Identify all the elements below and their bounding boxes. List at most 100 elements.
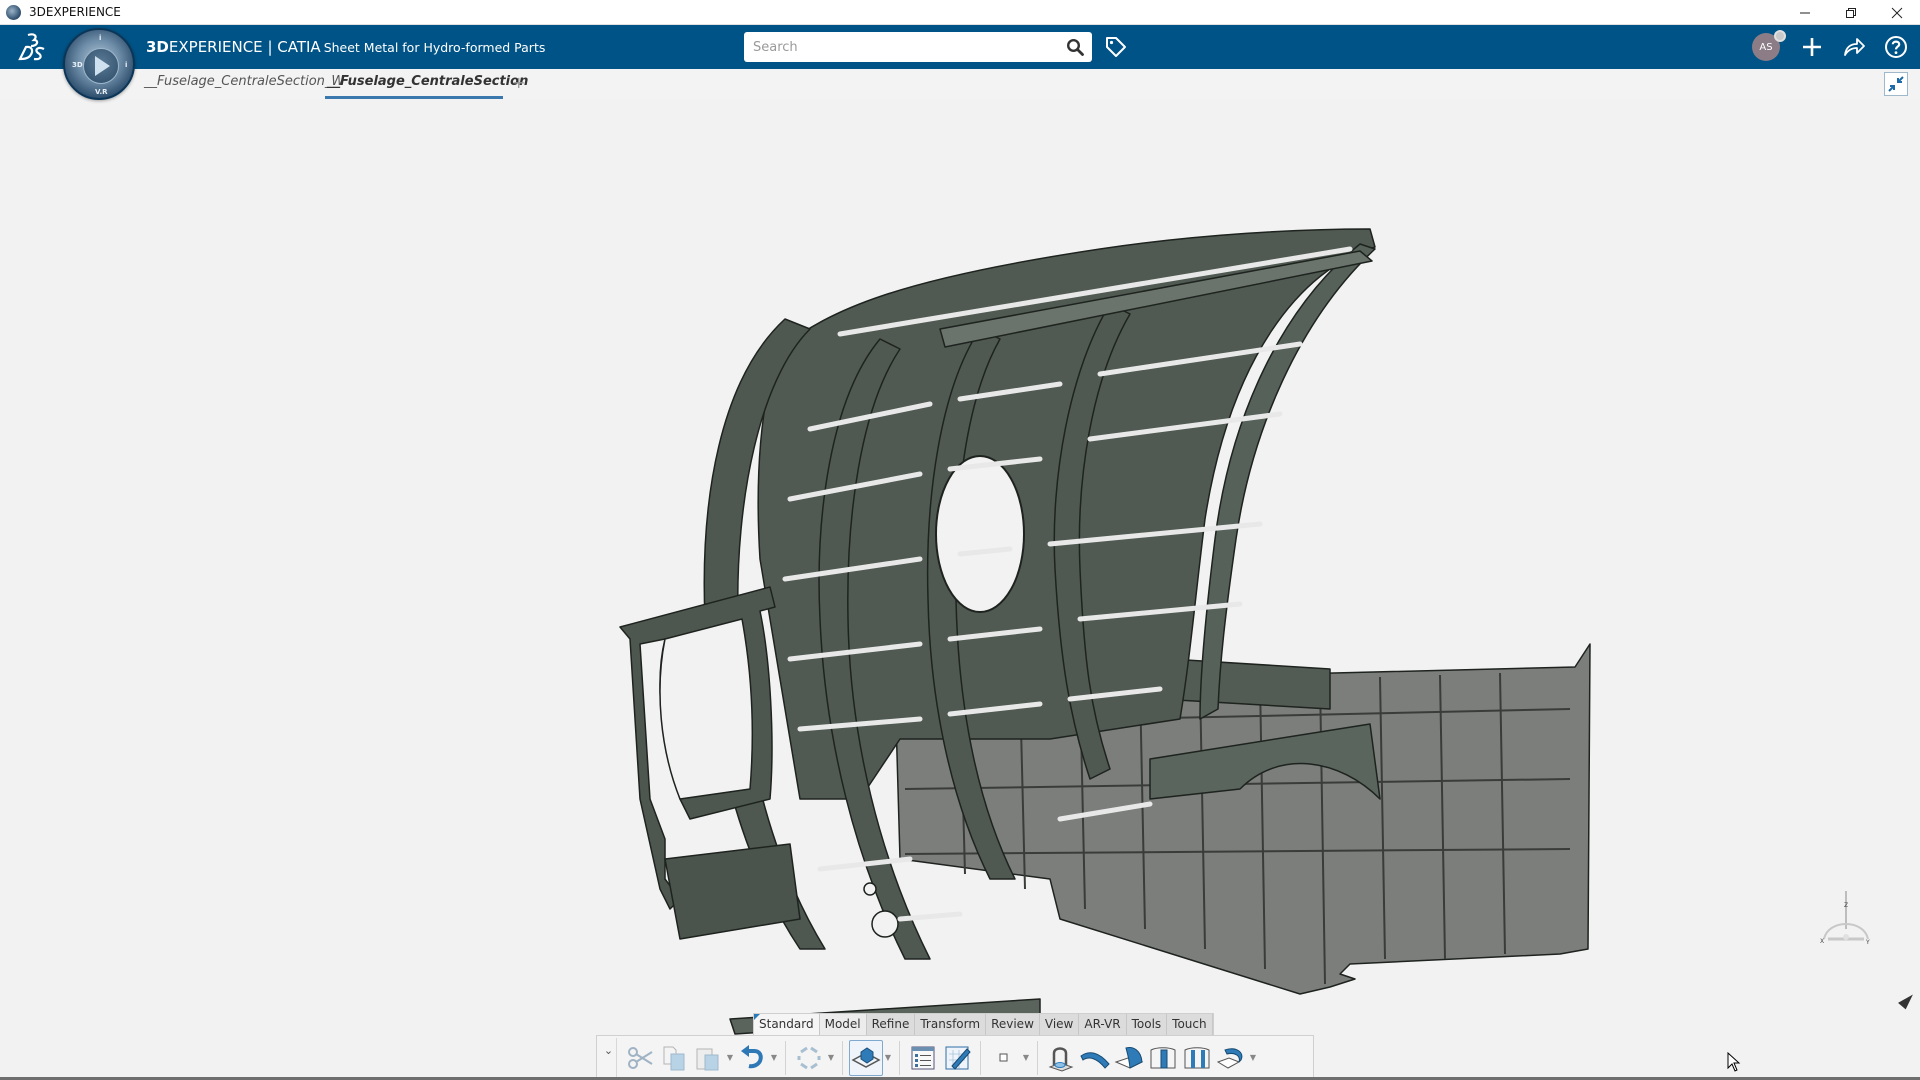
compass-label-3d: 3D bbox=[72, 61, 83, 69]
ds-logo-icon bbox=[18, 33, 45, 61]
paste-icon bbox=[696, 1048, 719, 1070]
copy-button[interactable] bbox=[657, 1040, 691, 1076]
app-title: 3DEXPERIENCE | CATIA Sheet Metal for Hydr… bbox=[146, 38, 545, 56]
undo-dropdown[interactable]: ▼ bbox=[769, 1040, 779, 1076]
joggle-icon bbox=[1184, 1046, 1210, 1068]
search-input[interactable] bbox=[744, 32, 1044, 62]
orientation-triad[interactable]: X Y Z bbox=[1818, 889, 1874, 953]
bend-flange-dropdown[interactable]: ▼ bbox=[1248, 1040, 1258, 1076]
separator bbox=[899, 1040, 900, 1075]
tab-fuselage-centralesection[interactable]: __Fuselage_CentraleSection bbox=[327, 74, 528, 89]
document-tab-row: __Fuselage_CentraleSection_W __Fuselage_… bbox=[0, 69, 1920, 99]
user-avatar[interactable]: AS bbox=[1752, 30, 1786, 61]
3d-model-button[interactable] bbox=[849, 1039, 883, 1076]
axis-x-label: X bbox=[1820, 938, 1824, 945]
tab-standard[interactable]: Standard bbox=[754, 1014, 820, 1035]
hydro-formed-surface-icon bbox=[1080, 1051, 1110, 1069]
search-field[interactable] bbox=[744, 32, 1092, 62]
door-opening bbox=[659, 618, 754, 800]
tag-icon[interactable] bbox=[1104, 35, 1128, 59]
tab-corner-marker bbox=[754, 1014, 760, 1020]
sheet-metal-parameters-icon bbox=[1048, 1046, 1074, 1072]
close-icon bbox=[1891, 7, 1903, 18]
add-tab-button[interactable]: + bbox=[512, 73, 525, 92]
bend-flange-icon bbox=[1216, 1047, 1243, 1069]
cut-icon bbox=[628, 1046, 653, 1069]
tab-review[interactable]: Review bbox=[986, 1014, 1040, 1035]
sketch-button[interactable] bbox=[940, 1040, 974, 1076]
minimize-icon bbox=[1800, 12, 1810, 13]
share-icon bbox=[1844, 38, 1865, 56]
copy-icon bbox=[663, 1046, 685, 1070]
lightening-hole bbox=[871, 910, 899, 938]
window-cutout bbox=[935, 455, 1025, 613]
axis-z-label: Z bbox=[1844, 902, 1848, 909]
lightening-hole-small bbox=[863, 882, 877, 896]
window-title: 3DEXPERIENCE bbox=[29, 5, 121, 19]
help-icon bbox=[1885, 36, 1907, 58]
close-button[interactable] bbox=[1874, 0, 1920, 25]
tab-refine[interactable]: Refine bbox=[866, 1014, 916, 1035]
restore-view-button[interactable] bbox=[1884, 72, 1908, 96]
app-subtitle: Sheet Metal for Hydro-formed Parts bbox=[323, 40, 546, 55]
restore-button[interactable] bbox=[1828, 0, 1874, 25]
point-icon bbox=[999, 1053, 1008, 1061]
tab-fuselage-centralesection-w[interactable]: __Fuselage_CentraleSection_W bbox=[144, 74, 344, 89]
user-initials: AS bbox=[1759, 41, 1773, 53]
help-button[interactable] bbox=[1882, 33, 1910, 61]
tab-touch[interactable]: Touch bbox=[1167, 1014, 1213, 1035]
hydro-formed-surface-button[interactable] bbox=[1078, 1040, 1112, 1076]
compass-label-vr: V.R bbox=[95, 88, 108, 96]
3d-model-dropdown[interactable]: ▼ bbox=[883, 1040, 893, 1076]
bend-flange-button[interactable] bbox=[1214, 1040, 1248, 1076]
3d-viewport[interactable]: X Y Z bbox=[0, 99, 1920, 1080]
web-button[interactable] bbox=[1112, 1040, 1146, 1076]
joggle-button[interactable] bbox=[1180, 1040, 1214, 1076]
tree-button[interactable] bbox=[906, 1040, 940, 1076]
window-titlebar: 3DEXPERIENCE bbox=[0, 0, 1920, 25]
app-icon bbox=[6, 4, 21, 20]
hydro-flange-button[interactable] bbox=[1146, 1040, 1180, 1076]
compass-widget[interactable]: 3D V.R i i bbox=[63, 28, 135, 100]
tab-ar-vr[interactable]: AR-VR bbox=[1079, 1014, 1127, 1035]
paste-button[interactable] bbox=[691, 1040, 725, 1076]
play-icon bbox=[95, 56, 110, 76]
cut-button[interactable] bbox=[623, 1040, 657, 1076]
action-bar: ⌄ ▼ ▼ ▼ ▼ ▼ ▼ bbox=[596, 1035, 1314, 1080]
update-dropdown[interactable]: ▼ bbox=[826, 1040, 836, 1076]
separator bbox=[1037, 1040, 1038, 1075]
point-button[interactable] bbox=[987, 1040, 1021, 1076]
presence-indicator bbox=[1774, 30, 1786, 42]
restore-icon bbox=[1846, 7, 1856, 18]
add-button[interactable] bbox=[1798, 33, 1826, 61]
share-button[interactable] bbox=[1840, 33, 1868, 61]
update-button[interactable] bbox=[792, 1040, 826, 1076]
minimize-button[interactable] bbox=[1782, 0, 1828, 25]
search-icon[interactable] bbox=[1066, 38, 1084, 56]
update-icon bbox=[797, 1046, 821, 1069]
hydro-flange-icon bbox=[1150, 1046, 1176, 1068]
undo-button[interactable] bbox=[735, 1040, 769, 1076]
sketch-icon bbox=[945, 1046, 971, 1070]
sheet-metal-parameters-button[interactable] bbox=[1044, 1040, 1078, 1076]
3d-model-icon bbox=[851, 1046, 881, 1068]
axis-y-label: Y bbox=[1865, 939, 1870, 946]
collapse-arrows-icon bbox=[1888, 76, 1904, 92]
tab-tools[interactable]: Tools bbox=[1126, 1014, 1168, 1035]
plus-icon bbox=[1803, 38, 1821, 56]
separator bbox=[980, 1040, 981, 1075]
brand-separator: | bbox=[262, 38, 278, 56]
separator bbox=[842, 1040, 843, 1075]
fuselage-3d-model[interactable] bbox=[0, 99, 1920, 1080]
tab-model[interactable]: Model bbox=[819, 1014, 867, 1035]
paste-dropdown[interactable]: ▼ bbox=[725, 1040, 735, 1076]
action-bar-tabs: Standard Model Refine Transform Review V… bbox=[753, 1013, 1214, 1035]
tab-transform[interactable]: Transform bbox=[915, 1014, 987, 1035]
point-dropdown[interactable]: ▼ bbox=[1021, 1040, 1031, 1076]
undo-icon bbox=[741, 1044, 763, 1068]
action-bar-collapse-button[interactable]: ⌄ bbox=[601, 1037, 617, 1078]
dassault-logo[interactable] bbox=[14, 31, 50, 63]
tab-view[interactable]: View bbox=[1039, 1014, 1080, 1035]
mouse-cursor-icon bbox=[1727, 1052, 1741, 1072]
tree-icon bbox=[911, 1046, 935, 1069]
